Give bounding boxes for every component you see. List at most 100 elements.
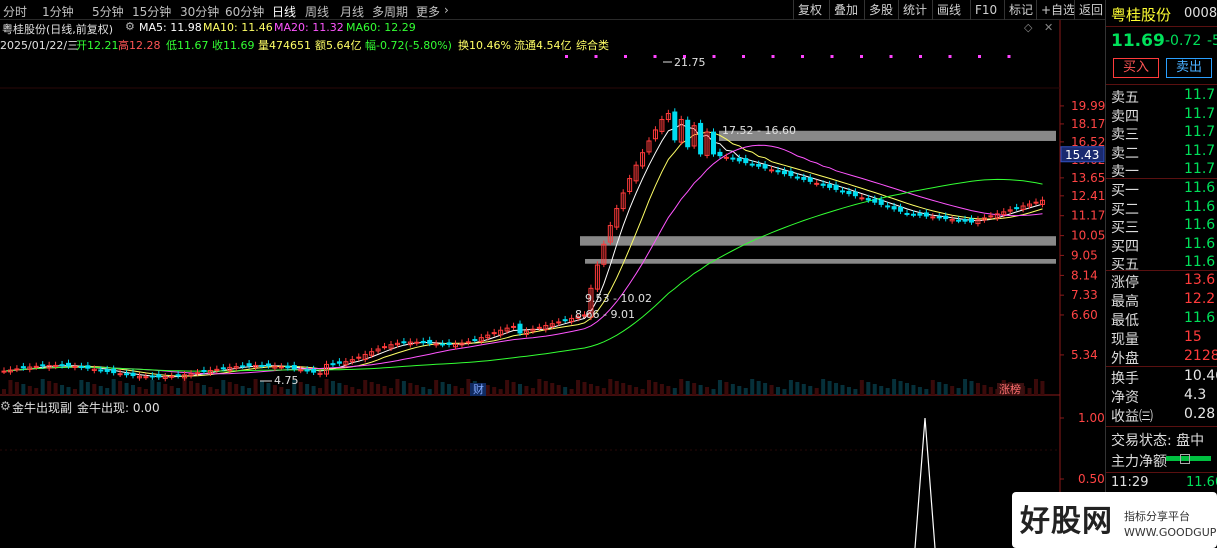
volume-bar bbox=[485, 385, 490, 395]
period-tab-1[interactable]: 1分钟 bbox=[42, 3, 74, 20]
candle-body bbox=[330, 363, 336, 366]
sub-settings-icon[interactable]: ⚙ bbox=[0, 399, 11, 413]
signal-dot bbox=[978, 55, 981, 58]
candle-body bbox=[117, 373, 123, 376]
candle-body bbox=[672, 111, 678, 141]
watermark-url: WWW.GOODGUPIAO.COM bbox=[1124, 526, 1217, 539]
signal-dot bbox=[1007, 55, 1011, 58]
volume-bar bbox=[240, 386, 245, 395]
volume-bar bbox=[866, 382, 871, 395]
ma10-line bbox=[3, 131, 1043, 377]
quote-code: 00083 bbox=[1184, 6, 1217, 21]
volume-bar bbox=[595, 386, 600, 395]
volume-bar bbox=[350, 387, 355, 395]
watermark-brand: 好股网 bbox=[1020, 504, 1113, 539]
volume-bar bbox=[311, 386, 316, 395]
candle-body bbox=[446, 342, 452, 346]
volume-bar bbox=[537, 379, 542, 395]
sub-axis-label: 1.00 bbox=[1078, 411, 1105, 425]
period-tab-9[interactable]: 多周期 bbox=[372, 3, 408, 20]
more-chevron-icon[interactable]: › bbox=[444, 3, 449, 17]
volume-bar bbox=[318, 388, 323, 395]
volume-bar bbox=[743, 388, 748, 395]
volume-bar bbox=[421, 387, 426, 395]
toolbar-button-6[interactable]: 标记 bbox=[1004, 0, 1037, 20]
candle-body bbox=[169, 375, 175, 378]
main-flow-icon[interactable] bbox=[1180, 454, 1190, 464]
main-flow-label: 主力净额 bbox=[1111, 454, 1167, 470]
sell-button[interactable]: 卖出 bbox=[1166, 58, 1212, 78]
candle-body bbox=[1014, 207, 1020, 210]
period-tab-6[interactable]: 日线 bbox=[272, 3, 296, 20]
volume-bar bbox=[627, 385, 632, 395]
candle-body bbox=[878, 199, 884, 205]
toolbar-button-8[interactable]: 返回 bbox=[1074, 0, 1107, 20]
toolbar-button-7[interactable]: +自选 bbox=[1036, 0, 1079, 20]
candle-body bbox=[743, 158, 749, 164]
candle-body bbox=[285, 365, 291, 369]
sub-panel-name: 金牛出现副 bbox=[12, 401, 73, 415]
volume-bar bbox=[363, 380, 368, 395]
volume-bar bbox=[434, 380, 439, 395]
volume-bar bbox=[685, 381, 690, 395]
candle-body bbox=[840, 190, 845, 193]
volume-bar bbox=[466, 379, 471, 395]
period-tab-4[interactable]: 30分钟 bbox=[180, 3, 219, 20]
volume-bar bbox=[608, 379, 613, 395]
signal-dot bbox=[801, 55, 804, 58]
period-tab-0[interactable]: 分时 bbox=[3, 3, 27, 20]
volume-bar bbox=[853, 389, 858, 395]
volume-bar bbox=[285, 389, 290, 395]
candle-body bbox=[156, 374, 162, 378]
volume-bar bbox=[763, 383, 768, 395]
tick-time: 11:29 bbox=[1111, 475, 1149, 490]
buy-button[interactable]: 买入 bbox=[1113, 58, 1159, 78]
candle-body bbox=[723, 156, 729, 159]
quote-price: 11.69 bbox=[1111, 31, 1165, 51]
volume-bar bbox=[511, 382, 516, 395]
candle-body bbox=[278, 366, 284, 369]
toolbar-button-0[interactable]: 复权 bbox=[793, 0, 826, 20]
candle-body bbox=[336, 361, 342, 364]
period-tab-2[interactable]: 5分钟 bbox=[92, 3, 124, 20]
period-tab-7[interactable]: 周线 bbox=[305, 3, 329, 20]
price-axis-label: 9.05 bbox=[1071, 248, 1098, 262]
period-tab-5[interactable]: 60分钟 bbox=[225, 3, 264, 20]
volume-bar bbox=[189, 381, 194, 395]
volume-bar bbox=[518, 384, 522, 395]
volume-bar bbox=[692, 383, 697, 395]
toolbar-button-5[interactable]: F10 bbox=[970, 0, 1001, 20]
toolbar-button-1[interactable]: 叠加 bbox=[829, 0, 862, 20]
period-tab-10[interactable]: 更多 bbox=[416, 3, 440, 20]
quote-stat-0: 涨停 13.6 bbox=[1111, 272, 1216, 291]
toolbar-button-4[interactable]: 画线 bbox=[932, 0, 965, 20]
kline-chart[interactable]: 21.75 4.75 17.52 - 16.60 9.53 - 10.02 8.66 -… bbox=[0, 20, 1105, 548]
volume-bar bbox=[85, 382, 90, 395]
candle-body bbox=[801, 176, 807, 180]
candle-body bbox=[433, 343, 439, 346]
candle-body bbox=[943, 215, 949, 220]
signal-dot bbox=[948, 55, 952, 58]
period-tab-3[interactable]: 15分钟 bbox=[132, 3, 171, 20]
volume-bar bbox=[395, 379, 400, 395]
candle-body bbox=[414, 341, 420, 344]
toolbar-button-2[interactable]: 多股 bbox=[864, 0, 897, 20]
volume-bar bbox=[569, 389, 574, 395]
tick-price: 11.60 bbox=[1186, 475, 1217, 490]
period-tab-8[interactable]: 月线 bbox=[340, 3, 364, 20]
volume-bar bbox=[530, 388, 535, 395]
buy-level-1: 买二 11.6 bbox=[1111, 198, 1216, 218]
volume-bar bbox=[305, 384, 310, 395]
buy-level-3: 买四 11.6 bbox=[1111, 235, 1216, 255]
signal-dot bbox=[742, 55, 745, 58]
volume-bar bbox=[279, 387, 284, 395]
toolbar-button-3[interactable]: 统计 bbox=[898, 0, 931, 20]
candle-body bbox=[143, 376, 149, 379]
candle-body bbox=[930, 216, 936, 219]
candle-body bbox=[124, 373, 130, 376]
volume-bar bbox=[601, 388, 606, 395]
volume-bar bbox=[730, 384, 735, 395]
candle-body bbox=[98, 369, 104, 372]
volume-bar bbox=[556, 385, 561, 395]
volume-bar bbox=[814, 388, 819, 395]
